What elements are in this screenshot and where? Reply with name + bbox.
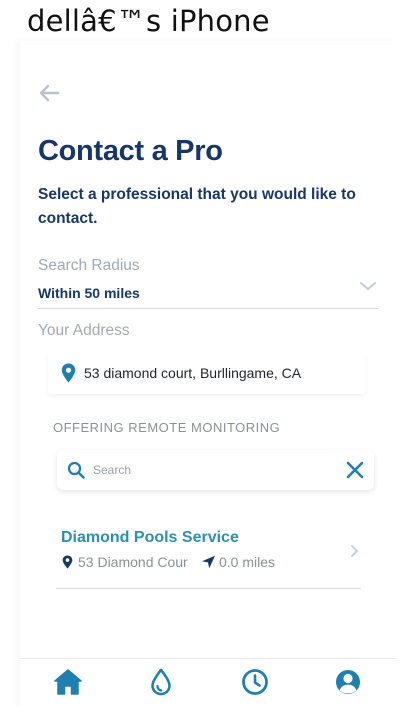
bottom-tab-bar (20, 658, 396, 707)
pro-distance: 0.0 miles (219, 554, 276, 570)
home-icon (54, 669, 82, 695)
close-icon[interactable] (345, 460, 365, 480)
search-radius-label: Search Radius (38, 257, 140, 274)
pro-name: Diamond Pools Service (61, 529, 239, 546)
profile-icon (336, 670, 360, 694)
chevron-down-icon (360, 282, 376, 290)
tab-home[interactable] (38, 659, 98, 707)
water-drop-icon (151, 668, 171, 696)
tab-history[interactable] (225, 659, 285, 707)
app-screen: Contact a Pro Select a professional that… (20, 41, 396, 707)
pro-address: 53 Diamond Cour (78, 554, 188, 570)
location-pin-icon (61, 363, 76, 383)
search-radius-select[interactable]: Within 50 miles (38, 281, 378, 309)
search-bar (57, 450, 374, 490)
location-pin-icon (62, 555, 73, 569)
address-field[interactable]: 53 diamond court, Burllingame, CA (48, 352, 366, 394)
search-icon (67, 461, 85, 479)
device-name: dellâ€™s iPhone (27, 4, 270, 38)
pro-list-item[interactable]: Diamond Pools Service 53 Diamond Cour 0.… (56, 517, 361, 589)
page-subtitle: Select a professional that you would lik… (38, 186, 356, 227)
address-label: Your Address (38, 322, 130, 339)
chevron-right-icon (351, 545, 358, 557)
remote-monitoring-heading: OFFERING REMOTE MONITORING (53, 420, 281, 435)
clock-icon (242, 669, 268, 695)
tab-profile[interactable] (318, 659, 378, 707)
back-arrow-icon[interactable] (38, 84, 60, 102)
search-input[interactable] (93, 459, 323, 481)
navigation-arrow-icon (202, 555, 215, 569)
tab-water[interactable] (131, 659, 191, 707)
search-radius-value: Within 50 miles (38, 285, 140, 301)
page-title: Contact a Pro (38, 135, 223, 167)
address-value: 53 diamond court, Burllingame, CA (84, 365, 302, 381)
